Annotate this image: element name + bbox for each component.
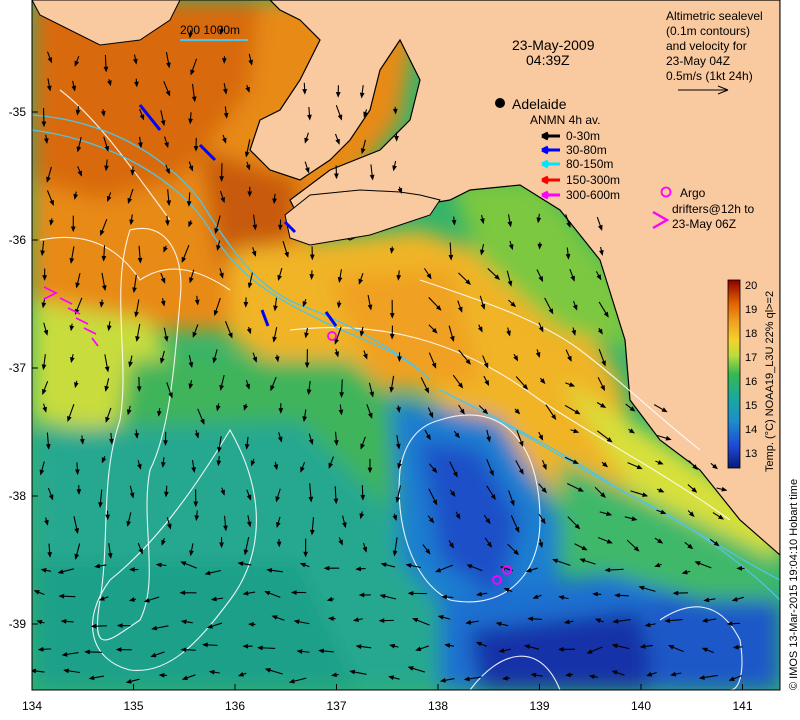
anmn-entry-label-4: 300-600m <box>566 188 620 202</box>
colorbar-tick-label: 13 <box>745 448 757 460</box>
colorbar-tick-label: 20 <box>745 280 757 292</box>
x-tick-label: 139 <box>529 699 549 713</box>
x-tick-label: 141 <box>732 699 752 713</box>
sealevel-note-line-5: 0.5m/s (1kt 24h) <box>666 69 753 83</box>
anmn-entry-label-0: 0-30m <box>566 129 600 143</box>
x-tick-label: 135 <box>123 699 143 713</box>
credit-text: © IMOS 13-Mar-2015 19:04:10 Hobart time <box>788 479 800 690</box>
y-tick-label: -36 <box>9 233 27 247</box>
colorbar-tick-label: 16 <box>745 376 757 388</box>
colorbar-tick-label: 17 <box>745 352 757 364</box>
x-tick-label: 134 <box>22 699 42 713</box>
sealevel-note-line-3: and velocity for <box>666 39 747 53</box>
map-date: 23-May-2009 <box>512 37 595 53</box>
colorbar-label: Temp. (°C) NOAA19_L3U 22% ql>=2 <box>764 291 776 472</box>
argo-legend-label: Argo <box>680 186 706 200</box>
y-tick-label: -35 <box>9 105 27 119</box>
colorbar-tick-label: 15 <box>745 400 757 412</box>
colorbar-tick-label: 18 <box>745 328 757 340</box>
sealevel-note-line-2: (0.1m contours) <box>666 24 750 38</box>
city-label-adelaide: Adelaide <box>512 96 567 112</box>
y-tick-label: -37 <box>9 361 27 375</box>
colorbar-ramp <box>727 279 741 469</box>
y-tick-label: -39 <box>9 617 27 631</box>
x-tick-label: 140 <box>631 699 651 713</box>
adelaide-marker <box>495 98 505 108</box>
colorbar-tick-label: 14 <box>745 424 757 436</box>
sealevel-note-line-1: Altimetric sealevel <box>666 9 763 23</box>
colorbar-tick-label: 19 <box>745 304 757 316</box>
x-tick-label: 136 <box>225 699 245 713</box>
map-area: Adelaide 200 1000m 23-May-2009 04:39Z Al… <box>32 0 780 690</box>
x-tick-label: 138 <box>428 699 448 713</box>
map-time: 04:39Z <box>526 52 570 68</box>
anmn-entry-label-1: 30-80m <box>566 143 607 157</box>
scale-bar-label: 200 1000m <box>180 23 240 37</box>
sealevel-note-line-4: 23-May 04Z <box>666 54 730 68</box>
sst-map-figure: Adelaide 200 1000m 23-May-2009 04:39Z Al… <box>9 0 800 713</box>
y-tick-label: -38 <box>9 489 27 503</box>
anmn-entry-label-2: 80-150m <box>566 157 613 171</box>
x-tick-label: 137 <box>326 699 346 713</box>
anmn-entry-label-3: 150-300m <box>566 173 620 187</box>
argo-legend-note-1: drifters@12h to <box>672 202 755 216</box>
anmn-legend-title: ANMN 4h av. <box>530 113 600 127</box>
argo-legend-note-2: 23-May 06Z <box>672 217 736 231</box>
